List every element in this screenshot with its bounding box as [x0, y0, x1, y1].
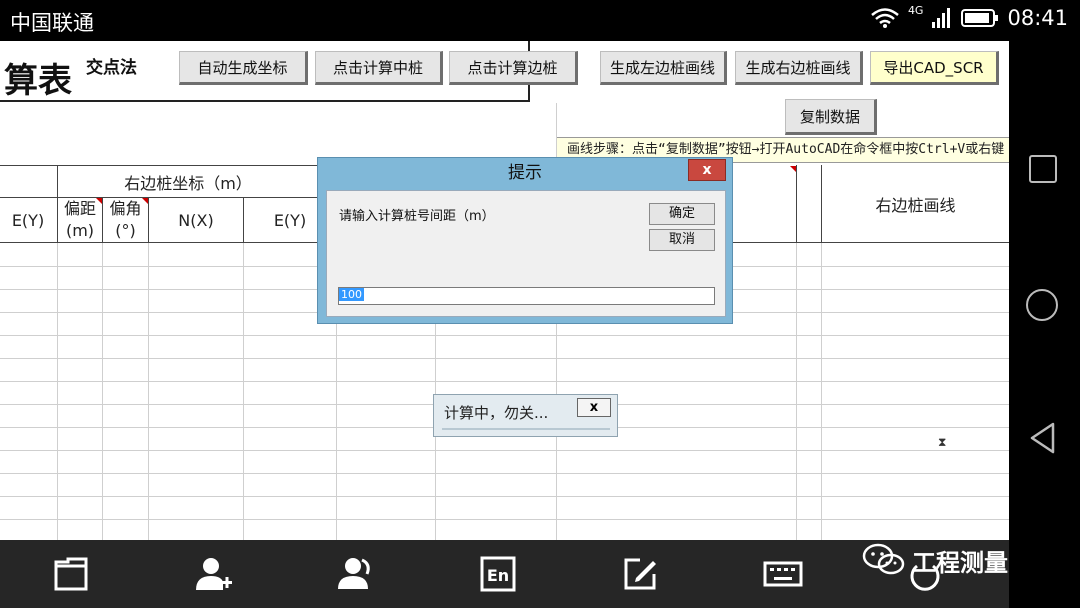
keyboard-icon[interactable] — [763, 554, 803, 594]
input-dialog: 提示 x 请输入计算桩号间距（m） 确定 取消 100 — [317, 157, 733, 324]
title-border-bottom — [0, 100, 530, 102]
interval-input[interactable]: 100 — [338, 287, 715, 305]
comment-marker — [142, 198, 148, 204]
grid-line — [0, 473, 1009, 474]
battery-icon — [961, 9, 999, 27]
grid-line — [0, 450, 1009, 451]
busy-notice: 计算中，勿关... x — [433, 394, 618, 437]
busy-text: 计算中，勿关... — [444, 404, 549, 422]
header-nx: N(X) — [149, 198, 243, 242]
sheet-subtitle: 交点法 — [86, 58, 137, 78]
network-type: 4G — [907, 4, 924, 17]
status-bar: 中国联通 4G 08:41 — [0, 0, 1080, 41]
svg-text:En: En — [487, 566, 509, 585]
busy-divider — [442, 428, 610, 430]
cancel-button[interactable]: 取消 — [649, 229, 715, 251]
export-cad-button[interactable]: 导出CAD_SCR — [870, 51, 999, 85]
edit-icon[interactable] — [620, 554, 660, 594]
clock: 08:41 — [1007, 6, 1068, 30]
carrier-name: 中国联通 — [10, 11, 94, 35]
bottom-toolbar: En — [0, 540, 1009, 608]
wifi-icon — [871, 8, 899, 28]
add-contact-icon[interactable] — [193, 554, 233, 594]
en-input-icon[interactable]: En — [478, 554, 518, 594]
header-offset-label: 偏距 — [63, 199, 96, 218]
watermark: 工程测量员 — [862, 542, 1032, 578]
dialog-prompt: 请输入计算桩号间距（m） — [339, 209, 495, 224]
header-angle-unit: (°) — [115, 221, 136, 240]
header-angle-label: 偏角 — [109, 199, 142, 218]
dialog-title: 提示 — [508, 163, 542, 183]
dialog-body: 请输入计算桩号间距（m） 确定 取消 100 — [326, 190, 726, 317]
dialog-close-button[interactable]: x — [688, 159, 726, 181]
signal-icon — [932, 8, 951, 28]
header-right-side-line: 右边桩画线 — [822, 166, 1009, 242]
hourglass-cursor-icon: ⧗ — [938, 435, 947, 449]
header-offset-unit: (m) — [65, 221, 95, 240]
header-offset: 偏距 (m) — [58, 198, 102, 242]
grid-line — [0, 358, 1009, 359]
comment-marker — [96, 198, 102, 204]
back-icon[interactable] — [1029, 421, 1057, 455]
calc-center-button[interactable]: 点击计算中桩 — [315, 51, 443, 85]
auto-coords-button[interactable]: 自动生成坐标 — [179, 51, 308, 85]
calc-side-button[interactable]: 点击计算边桩 — [449, 51, 578, 85]
header-angle: 偏角 (°) — [103, 198, 148, 242]
grid-line — [0, 496, 1009, 497]
contacts-icon[interactable] — [335, 554, 375, 594]
recent-apps-icon[interactable] — [1029, 155, 1057, 183]
grid-line — [0, 335, 1009, 336]
header-right-side-coords: 右边桩坐标（m） — [58, 166, 318, 197]
comment-marker — [790, 166, 796, 172]
android-nav-bar — [1009, 41, 1080, 608]
folder-icon[interactable] — [51, 554, 91, 594]
ok-button[interactable]: 确定 — [649, 203, 715, 225]
interval-input-value: 100 — [339, 288, 364, 301]
header-ey-left: E(Y) — [0, 198, 56, 242]
grid-line — [0, 519, 1009, 520]
gen-left-line-button[interactable]: 生成左边桩画线 — [600, 51, 727, 85]
busy-close-button[interactable]: x — [577, 398, 611, 417]
copy-data-button[interactable]: 复制数据 — [785, 99, 877, 135]
home-icon[interactable] — [1026, 289, 1058, 321]
wechat-icon — [862, 543, 905, 575]
grid-line — [0, 381, 1009, 382]
gen-right-line-button[interactable]: 生成右边桩画线 — [735, 51, 863, 85]
header-divider — [796, 165, 797, 243]
sheet-title: 算表 — [4, 61, 72, 101]
